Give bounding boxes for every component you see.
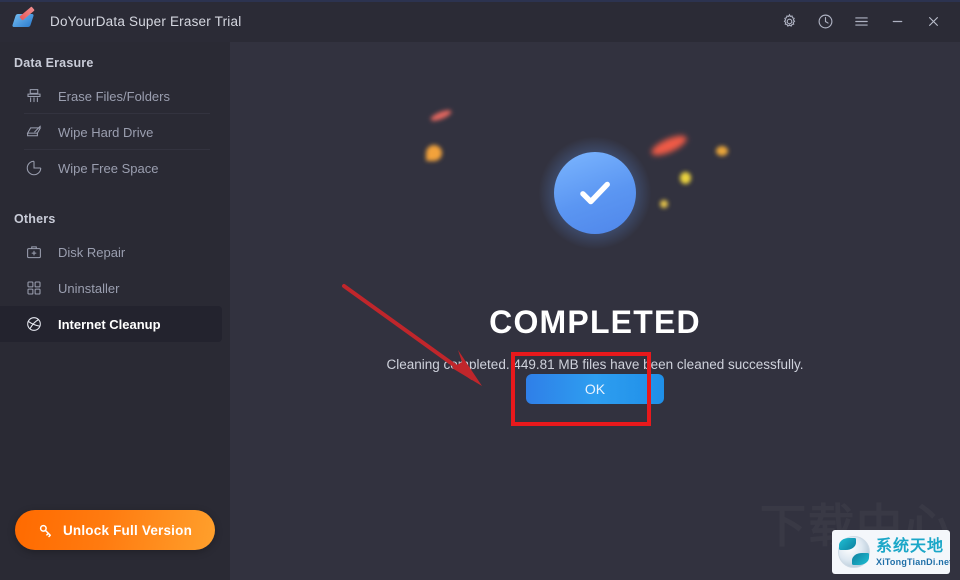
unlock-full-version-button[interactable]: Unlock Full Version	[15, 510, 215, 550]
eraser-icon	[11, 6, 36, 32]
gear-icon[interactable]	[772, 4, 806, 38]
sidebar-item-label: Erase Files/Folders	[58, 88, 170, 104]
shredder-icon	[24, 86, 44, 106]
sidebar-group-data-erasure: Data Erasure	[14, 56, 94, 70]
sidebar: Data Erasure Erase Files/Folders Wipe Ha…	[0, 42, 230, 580]
hamburger-icon[interactable]	[844, 4, 878, 38]
recycle-swirl-icon	[836, 534, 872, 570]
window-controls	[772, 0, 950, 42]
sidebar-item-label: Uninstaller	[58, 280, 120, 296]
page-title: COMPLETED	[489, 304, 701, 340]
close-icon[interactable]	[916, 4, 950, 38]
application-window: DoYourData Super Eraser Trial Data Erasu…	[0, 0, 960, 580]
confetti-particle	[716, 146, 728, 156]
grid-squares-icon	[24, 278, 44, 298]
sidebar-item-wipe-hard-drive[interactable]: Wipe Hard Drive	[0, 114, 222, 150]
watermark-url-text: XiTongTianDi.net	[876, 556, 950, 567]
check-circle-icon	[538, 136, 652, 250]
key-icon	[38, 523, 53, 538]
hard-drive-wipe-icon	[24, 122, 44, 142]
confetti-particle	[648, 131, 690, 160]
confetti-particle	[680, 172, 691, 184]
confetti-particle	[429, 108, 453, 123]
sidebar-item-erase-files-folders[interactable]: Erase Files/Folders	[0, 78, 222, 114]
confetti-particle	[660, 200, 668, 208]
confetti-particle	[426, 145, 442, 161]
sidebar-group-others: Others	[14, 212, 56, 226]
site-watermark-logo: 系统天地 XiTongTianDi.net	[832, 530, 950, 574]
unlock-label: Unlock Full Version	[62, 522, 193, 538]
sidebar-item-label: Wipe Free Space	[58, 160, 159, 176]
sidebar-item-wipe-free-space[interactable]: Wipe Free Space	[0, 150, 222, 186]
sidebar-item-label: Disk Repair	[58, 244, 126, 260]
minimize-icon[interactable]	[880, 4, 914, 38]
pie-chart-icon	[24, 158, 44, 178]
sidebar-item-disk-repair[interactable]: Disk Repair	[0, 234, 222, 270]
sidebar-item-internet-cleanup[interactable]: Internet Cleanup	[0, 306, 222, 342]
title-bar: DoYourData Super Eraser Trial	[0, 0, 960, 42]
globe-icon	[24, 314, 44, 334]
sidebar-item-label: Wipe Hard Drive	[58, 124, 154, 140]
window-title: DoYourData Super Eraser Trial	[50, 13, 242, 29]
annotation-highlight-box	[511, 352, 651, 426]
toolbox-icon	[24, 242, 44, 262]
sidebar-item-uninstaller[interactable]: Uninstaller	[0, 270, 222, 306]
sidebar-item-label: Internet Cleanup	[58, 316, 161, 332]
watermark-chinese-text: 系统天地	[876, 537, 945, 555]
clock-icon[interactable]	[808, 4, 842, 38]
